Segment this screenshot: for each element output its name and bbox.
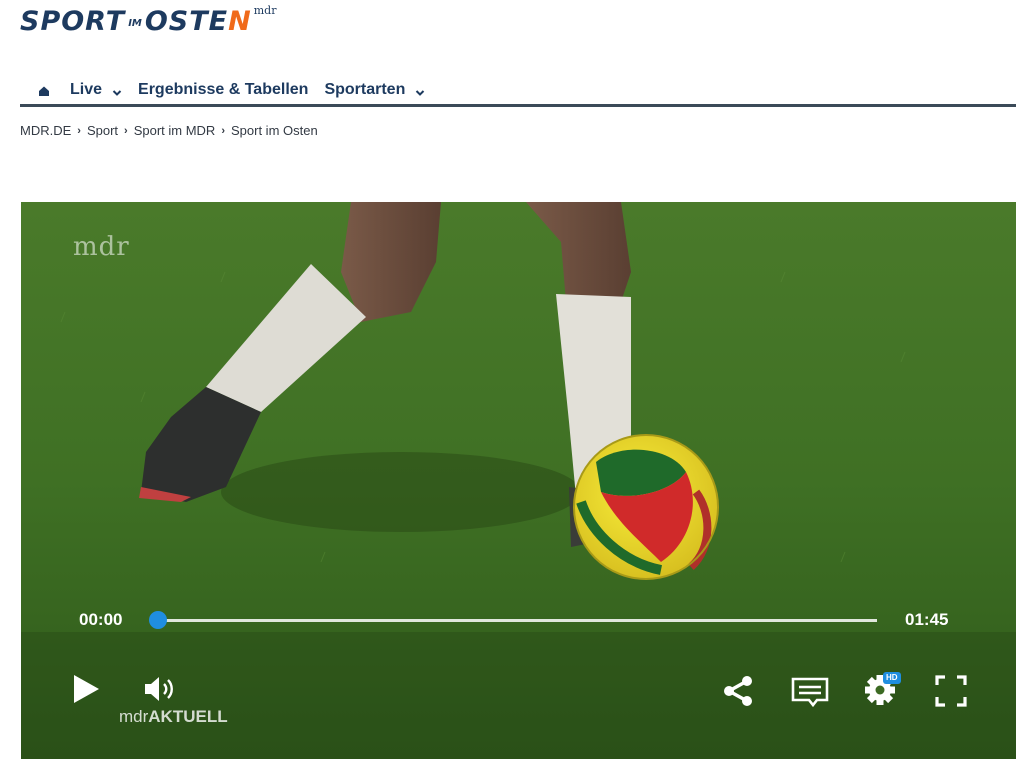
page: SPORT IM OSTEN mdr Live Ergebnisse & Tab… — [0, 0, 1024, 766]
nav-item-ergebnisse[interactable]: Ergebnisse & Tabellen — [138, 81, 308, 99]
total-time: 01:45 — [905, 610, 949, 629]
video-player[interactable]: mdr 00:00 01:45 mdrAKTUELL HD — [21, 202, 1016, 759]
breadcrumb-item-sport-im-mdr[interactable]: Sport im MDR — [134, 123, 216, 138]
current-time: 00:00 — [79, 610, 123, 629]
volume-button[interactable] — [143, 676, 177, 702]
progress-handle[interactable] — [149, 611, 167, 629]
logo-osten-accent: N — [228, 6, 252, 37]
station-prefix: mdr — [119, 707, 149, 726]
site-logo[interactable]: SPORT IM OSTEN mdr — [20, 4, 276, 40]
breadcrumb-item-mdr[interactable]: MDR.DE — [20, 123, 71, 138]
volume-icon — [145, 677, 173, 701]
subtitles-icon — [791, 677, 829, 708]
nav-item-live[interactable]: Live — [70, 81, 122, 99]
nav-item-sportarten[interactable]: Sportarten — [324, 81, 425, 99]
station-name: AKTUELL — [148, 707, 228, 726]
share-button[interactable] — [721, 674, 755, 708]
nav-item-live-label: Live — [70, 81, 103, 98]
breadcrumb: MDR.DE › Sport › Sport im MDR › Sport im… — [20, 123, 318, 138]
logo-osten-text: OSTEN — [145, 4, 252, 40]
breadcrumb-separator: › — [124, 124, 128, 137]
chevron-down-icon — [415, 85, 425, 96]
fullscreen-button[interactable] — [934, 674, 968, 708]
progress-bar[interactable] — [159, 619, 877, 622]
logo-sport-text: SPORT — [20, 6, 126, 37]
logo-im-text: IM — [128, 18, 142, 29]
main-nav: Live Ergebnisse & Tabellen Sportarten — [20, 76, 1016, 107]
station-logo: mdrAKTUELL — [119, 707, 228, 727]
share-icon — [724, 676, 752, 706]
play-icon — [74, 675, 99, 703]
hd-badge: HD — [883, 672, 901, 684]
breadcrumb-item-sport[interactable]: Sport — [87, 123, 118, 138]
mdr-watermark: mdr — [73, 232, 130, 262]
subtitles-button[interactable] — [791, 676, 829, 708]
home-icon[interactable] — [38, 84, 50, 96]
logo-osten-main: OSTE — [144, 6, 229, 37]
breadcrumb-separator: › — [77, 124, 81, 137]
fullscreen-icon — [935, 675, 967, 707]
logo-mdr-text: mdr — [253, 4, 277, 17]
breadcrumb-item-sport-im-osten[interactable]: Sport im Osten — [231, 123, 318, 138]
chevron-down-icon — [112, 85, 122, 96]
nav-item-ergebnisse-label: Ergebnisse & Tabellen — [138, 81, 309, 98]
breadcrumb-separator: › — [221, 124, 225, 137]
play-button[interactable] — [71, 673, 101, 705]
nav-item-sportarten-label: Sportarten — [324, 81, 406, 98]
